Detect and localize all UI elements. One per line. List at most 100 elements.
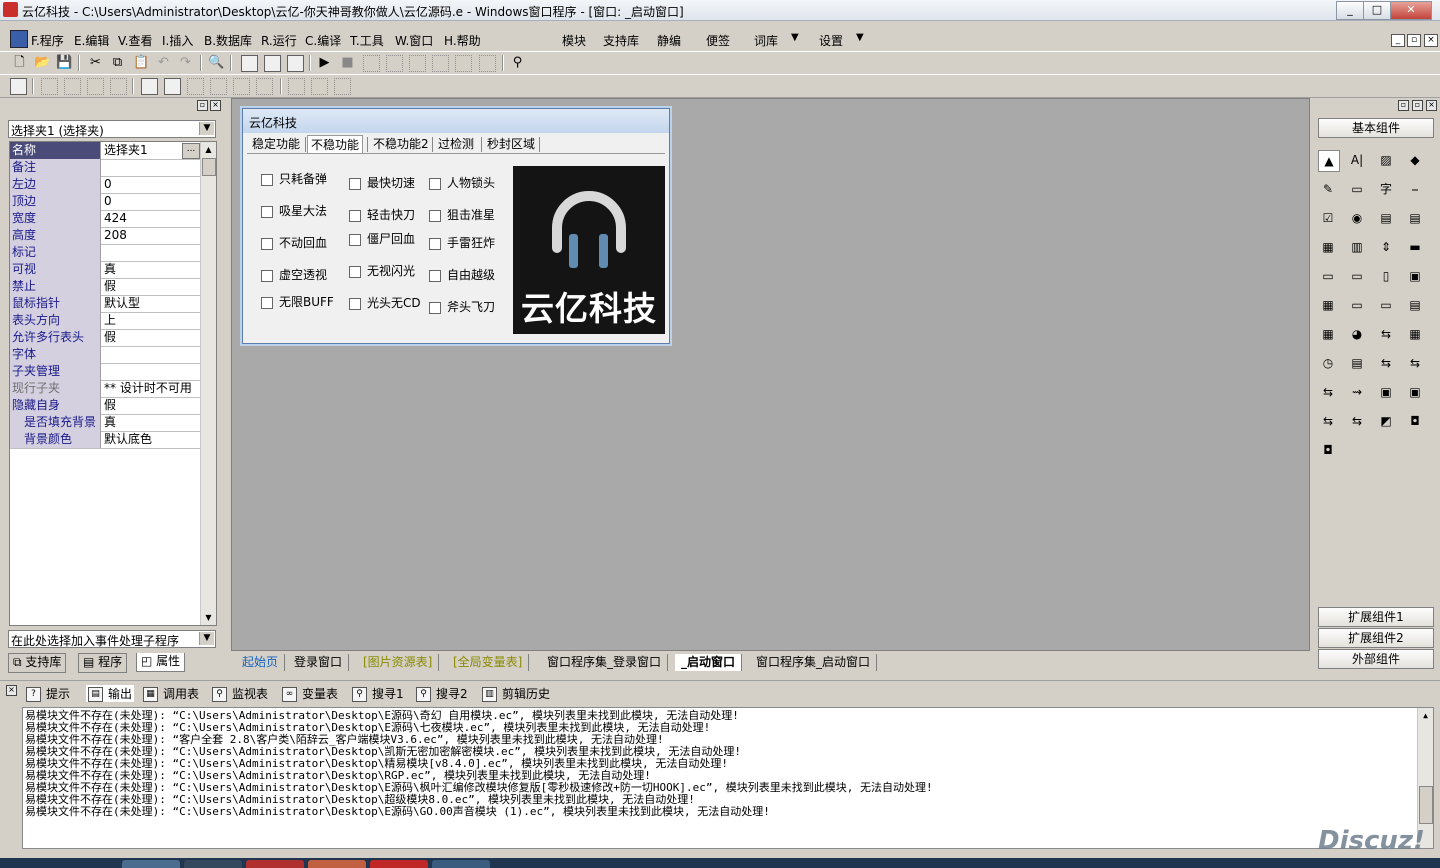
component-tool-icon[interactable]: ▬ — [1405, 237, 1425, 257]
prop-value[interactable]: 假 — [102, 278, 200, 295]
menu-notes[interactable]: 便签 — [706, 32, 730, 49]
menu-compile[interactable]: C.编译 — [305, 32, 341, 49]
tab-unstable-2[interactable]: 不稳功能2 — [370, 135, 432, 153]
output-log[interactable]: 易模块文件不存在(未处理): “C:\Users\Administrator\D… — [22, 707, 1434, 849]
size-both-icon[interactable] — [334, 78, 351, 95]
checkbox-item[interactable]: 光头无CD — [349, 294, 421, 311]
checkbox-item[interactable]: 无限BUFF — [261, 293, 334, 310]
component-tool-icon[interactable]: ▣ — [1405, 382, 1425, 402]
prop-value[interactable]: 真 — [102, 414, 200, 431]
component-tool-icon[interactable]: ⇆ — [1318, 411, 1338, 431]
ellipsis-button[interactable]: ... — [182, 143, 200, 159]
prop-value[interactable]: 假 — [102, 397, 200, 414]
panel-pin-button[interactable]: ▫ — [197, 100, 208, 111]
layout-icon-2[interactable] — [264, 55, 281, 72]
checkbox-item[interactable]: 虚空透视 — [261, 266, 327, 283]
component-tool-icon[interactable]: ◘ — [1318, 440, 1338, 460]
prop-row[interactable]: 子夹管理 — [10, 363, 200, 381]
prop-value[interactable]: 208 — [102, 227, 200, 244]
checkbox[interactable] — [261, 237, 273, 250]
chevron-down-icon[interactable]: ▼ — [199, 632, 214, 645]
component-tool-icon[interactable]: ⇆ — [1405, 353, 1425, 373]
align-right-icon[interactable] — [64, 78, 81, 95]
same-height-icon[interactable] — [256, 78, 273, 95]
menu-tools[interactable]: T.工具 — [350, 32, 384, 49]
save-icon[interactable]: 💾 — [56, 55, 72, 70]
prop-value[interactable]: 上 — [102, 312, 200, 329]
prop-value[interactable] — [102, 244, 200, 261]
checkbox[interactable] — [349, 233, 361, 246]
center-h-icon[interactable] — [141, 78, 158, 95]
component-tool-icon[interactable]: ▦ — [1318, 237, 1338, 257]
find-icon[interactable]: 🔍 — [208, 55, 224, 70]
panel-restore-button[interactable]: ▫ — [1412, 100, 1423, 111]
prop-value[interactable] — [102, 346, 200, 363]
debug-icon-1[interactable] — [363, 55, 380, 72]
checkbox[interactable] — [429, 177, 441, 190]
event-select[interactable]: 在此处选择加入事件处理子程序 ▼ — [8, 630, 216, 648]
prop-value[interactable]: ** 设计时不可用 — [102, 380, 200, 397]
menu-database[interactable]: B.数据库 — [204, 32, 252, 49]
prop-row[interactable]: 允许多行表头假 — [10, 329, 200, 347]
center-v-icon[interactable] — [164, 78, 181, 95]
component-tool-icon[interactable]: ▭ — [1376, 295, 1396, 315]
new-file-icon[interactable]: 🗋 — [12, 55, 27, 70]
component-tool-icon[interactable]: ✎ — [1318, 179, 1338, 199]
ext-components-1-button[interactable]: 扩展组件1 — [1318, 607, 1434, 627]
paste-icon[interactable]: 📋 — [133, 55, 149, 70]
menu-settings[interactable]: 设置 — [819, 32, 843, 49]
checkbox[interactable] — [349, 265, 361, 278]
prop-row[interactable]: 表头方向上 — [10, 312, 200, 330]
component-tool-icon[interactable]: ▭ — [1347, 266, 1367, 286]
maximize-button[interactable]: □ — [1363, 1, 1391, 20]
component-tool-icon[interactable]: ▦ — [1318, 324, 1338, 344]
checkbox-item[interactable]: 轻击快刀 — [349, 206, 415, 223]
checkbox[interactable] — [261, 296, 273, 309]
component-tool-icon[interactable]: ▭ — [1347, 295, 1367, 315]
checkbox-item[interactable]: 手雷狂炸 — [429, 234, 495, 251]
component-tool-icon[interactable]: ◷ — [1318, 353, 1338, 373]
component-tool-icon[interactable]: ▭ — [1318, 266, 1338, 286]
prop-row[interactable]: 背景颜色 默认底色 — [10, 431, 200, 449]
layout-icon-1[interactable] — [241, 55, 258, 72]
stop-icon[interactable]: ■ — [340, 55, 355, 70]
scroll-down-icon[interactable]: ▼ — [201, 610, 216, 625]
tab-ban-zone[interactable]: 秒封区域 — [484, 135, 538, 153]
tab-variables[interactable]: ∞ 变量表 — [282, 685, 338, 702]
ext-components-2-button[interactable]: 扩展组件2 — [1318, 628, 1434, 648]
debug-icon-5[interactable] — [455, 55, 472, 72]
component-tool-icon[interactable]: ▤ — [1405, 208, 1425, 228]
tab-search-1[interactable]: ⚲ 搜寻1 — [352, 685, 404, 702]
checkbox[interactable] — [429, 301, 441, 314]
align-left-icon[interactable] — [41, 78, 58, 95]
component-tool-icon[interactable]: A| — [1347, 150, 1367, 170]
grid-icon[interactable] — [10, 78, 27, 95]
component-tool-icon[interactable]: ▤ — [1347, 353, 1367, 373]
binoculars-icon[interactable]: ⚲ — [510, 55, 525, 70]
prop-row[interactable]: 是否填充背景真 — [10, 414, 200, 432]
doc-tab-image-resources[interactable]: [图片资源表] — [357, 654, 440, 671]
hand-icon[interactable] — [479, 55, 496, 72]
tab-properties[interactable]: ◰ 属性 — [136, 653, 186, 672]
taskbar-item[interactable] — [246, 860, 304, 868]
tab-search-2[interactable]: ⚲ 搜寻2 — [416, 685, 468, 702]
prop-row[interactable]: 宽度 424 — [10, 210, 200, 228]
scroll-up-icon[interactable]: ▲ — [201, 142, 216, 157]
checkbox-item[interactable]: 僵尸回血 — [349, 230, 415, 247]
prop-value[interactable]: 0 — [102, 193, 200, 210]
same-width-icon[interactable] — [233, 78, 250, 95]
align-bottom-icon[interactable] — [110, 78, 127, 95]
prop-value[interactable]: 默认底色 — [102, 431, 200, 448]
space-v-icon[interactable] — [210, 78, 227, 95]
run-icon[interactable]: ▶ — [317, 55, 332, 70]
component-tool-icon[interactable]: ◩ — [1376, 411, 1396, 431]
menu-lexicon[interactable]: 词库 — [754, 32, 778, 49]
component-tool-icon[interactable]: ▦ — [1405, 324, 1425, 344]
tab-watch[interactable]: ⚲ 监视表 — [212, 685, 268, 702]
checkbox[interactable] — [429, 269, 441, 282]
doc-tab-startup-window[interactable]: _启动窗口 — [675, 654, 743, 671]
debug-icon-3[interactable] — [409, 55, 426, 72]
tab-unstable[interactable]: 不稳功能 — [307, 135, 364, 154]
property-scrollbar[interactable]: ▲ ▼ — [200, 142, 216, 625]
prop-row[interactable]: 高度 208 — [10, 227, 200, 245]
